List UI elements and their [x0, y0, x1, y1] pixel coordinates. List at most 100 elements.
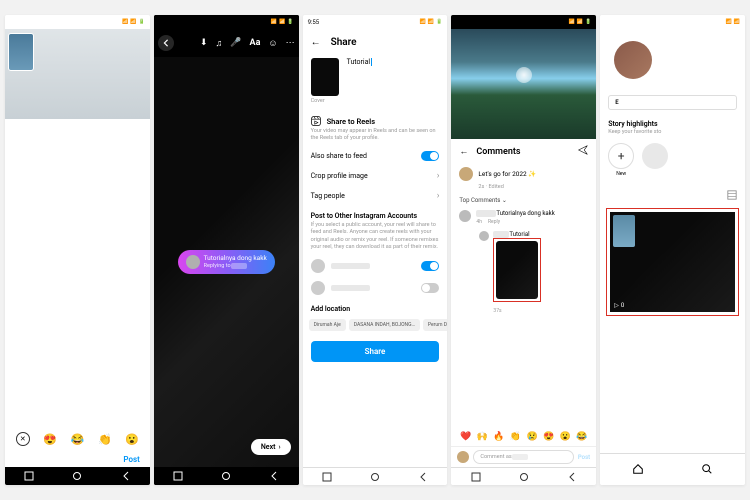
replier-avatar[interactable] [479, 231, 489, 241]
emoji-wow[interactable]: 😮 [125, 433, 139, 446]
nav-home[interactable] [220, 470, 232, 482]
status-bar: 📶📶 [600, 15, 745, 29]
nav-home[interactable] [369, 471, 381, 483]
reply-sticker[interactable]: Tutorialnya dong kakk Replying to [178, 250, 275, 274]
emoji-laugh[interactable]: 😂 [576, 432, 587, 442]
toggle-account-1[interactable] [421, 261, 439, 271]
emoji-heart[interactable]: ❤️ [460, 432, 471, 442]
commenter-avatar[interactable] [459, 210, 471, 222]
sort-dropdown[interactable]: Top Comments ⌄ [451, 194, 596, 207]
nav-back[interactable] [268, 470, 280, 482]
cover-wrap[interactable]: Cover [311, 58, 339, 104]
nav-recents[interactable] [470, 471, 482, 483]
back-arrow[interactable]: ← [311, 37, 321, 48]
row-label: Tag people [311, 192, 345, 200]
emoji-laugh[interactable]: 😂 [71, 433, 85, 446]
status-bar: 📶📶🔋 [5, 15, 150, 29]
chevron-down-icon: ⌄ [502, 197, 507, 204]
emoji-cry[interactable]: 😢 [526, 432, 537, 442]
edit-profile-button[interactable]: E [608, 95, 737, 110]
emoji-clap[interactable]: 👏 [98, 433, 112, 446]
emoji-clap[interactable]: 👏 [510, 432, 521, 442]
story-preview [5, 29, 150, 119]
row-share-feed[interactable]: Also share to feed [303, 146, 448, 166]
profile-avatar[interactable] [612, 39, 654, 81]
screen-3-share: 9:55 📶📶🔋 ← Share Cover Tutorial Share to… [303, 15, 448, 485]
location-chip[interactable]: Dirumah Aje [309, 319, 346, 331]
video-preview[interactable] [451, 29, 596, 139]
send-icon[interactable] [578, 145, 588, 158]
home-tab-icon[interactable] [632, 460, 644, 479]
sun-glow [516, 67, 532, 83]
editor-canvas[interactable]: Tutorialnya dong kakk Replying to Next› [154, 57, 299, 467]
story-thumbnail[interactable] [8, 33, 34, 71]
nav-back[interactable] [417, 471, 429, 483]
next-button[interactable]: Next› [251, 439, 291, 455]
post-button[interactable]: Post [5, 452, 150, 467]
android-nav [451, 467, 596, 485]
nav-back[interactable] [120, 470, 132, 482]
comment-body: Tutorialnya dong kakk 4hReply [476, 210, 554, 225]
comment-text: Tutorialnya dong kakk [496, 210, 554, 217]
emoji-wow[interactable]: 😮 [560, 432, 571, 442]
text-icon[interactable]: Aa [250, 38, 261, 48]
nav-recents[interactable] [23, 470, 35, 482]
nav-recents[interactable] [321, 471, 333, 483]
share-button[interactable]: Share [311, 341, 440, 362]
toggle-feed[interactable] [421, 151, 439, 161]
comment-meta: 4hReply [476, 219, 554, 225]
screen-5-profile: 📶📶 E Story highlights Keep your favorite… [600, 15, 745, 485]
highlights-row: + New [600, 139, 745, 181]
video-caption: Let's go for 2022 ✨ [478, 170, 536, 178]
caption-input[interactable]: Tutorial [347, 58, 440, 66]
status-signals: 📶📶 [726, 19, 740, 25]
search-tab-icon[interactable] [701, 460, 713, 479]
location-chip[interactable]: DASANA INDAH, BOJONG… [349, 319, 420, 331]
reply-media-thumb[interactable] [496, 241, 538, 299]
post-comment-button[interactable]: Post [578, 454, 590, 461]
emoji-hands[interactable]: 🙌 [477, 432, 488, 442]
reel-views: ▷ 0 [614, 302, 624, 309]
reel-thumbnail[interactable]: ▷ 0 [610, 212, 735, 312]
highlights-title: Story highlights [600, 114, 745, 128]
mic-icon[interactable]: 🎤 [230, 38, 241, 48]
download-icon[interactable]: ⬇ [200, 38, 208, 48]
android-nav [303, 467, 448, 485]
highlight-new[interactable]: + New [608, 143, 634, 177]
profile-header [600, 29, 745, 91]
music-icon[interactable]: ♫ [216, 38, 223, 49]
emoji-heart-eyes[interactable]: 😍 [43, 433, 57, 446]
emoji-fire[interactable]: 🔥 [493, 432, 504, 442]
account-name [331, 263, 370, 269]
more-icon[interactable]: ⋯ [286, 38, 295, 48]
chevron-right-icon: › [437, 191, 440, 201]
status-signals: 📶📶🔋 [122, 19, 145, 25]
comment-input[interactable]: Comment as [473, 450, 573, 464]
account-row-1[interactable] [303, 255, 448, 277]
plus-icon: + [608, 143, 634, 169]
close-button[interactable]: ✕ [16, 432, 30, 446]
status-time: 9:55 [308, 19, 320, 26]
nav-home[interactable] [518, 471, 530, 483]
nav-home[interactable] [71, 470, 83, 482]
comment-reply-link[interactable]: Reply [488, 219, 500, 225]
row-tag[interactable]: Tag people › [303, 186, 448, 206]
comment-row: Tutorialnya dong kakk 4hReply [451, 207, 596, 228]
toggle-account-2[interactable] [421, 283, 439, 293]
row-crop[interactable]: Crop profile image› [303, 166, 448, 186]
back-arrow[interactable]: ← [459, 146, 468, 157]
reply-text: Tutorial [509, 231, 529, 238]
guides-tab-icon[interactable] [727, 185, 737, 204]
add-location-header: Add location [303, 299, 448, 315]
emoji-heart-eyes[interactable]: 😍 [543, 432, 554, 442]
location-chip[interactable]: Perum Dasan [423, 319, 448, 331]
back-button[interactable] [158, 35, 174, 51]
account-row-2[interactable] [303, 277, 448, 299]
sticker-icon[interactable]: ☺ [268, 38, 277, 49]
author-avatar[interactable] [459, 167, 473, 181]
nav-back[interactable] [566, 471, 578, 483]
nav-recents[interactable] [172, 470, 184, 482]
status-signals: 📶📶🔋 [420, 19, 443, 25]
share-reels-label: Share to Reels [327, 117, 376, 126]
reply-time: 37s [493, 308, 541, 314]
